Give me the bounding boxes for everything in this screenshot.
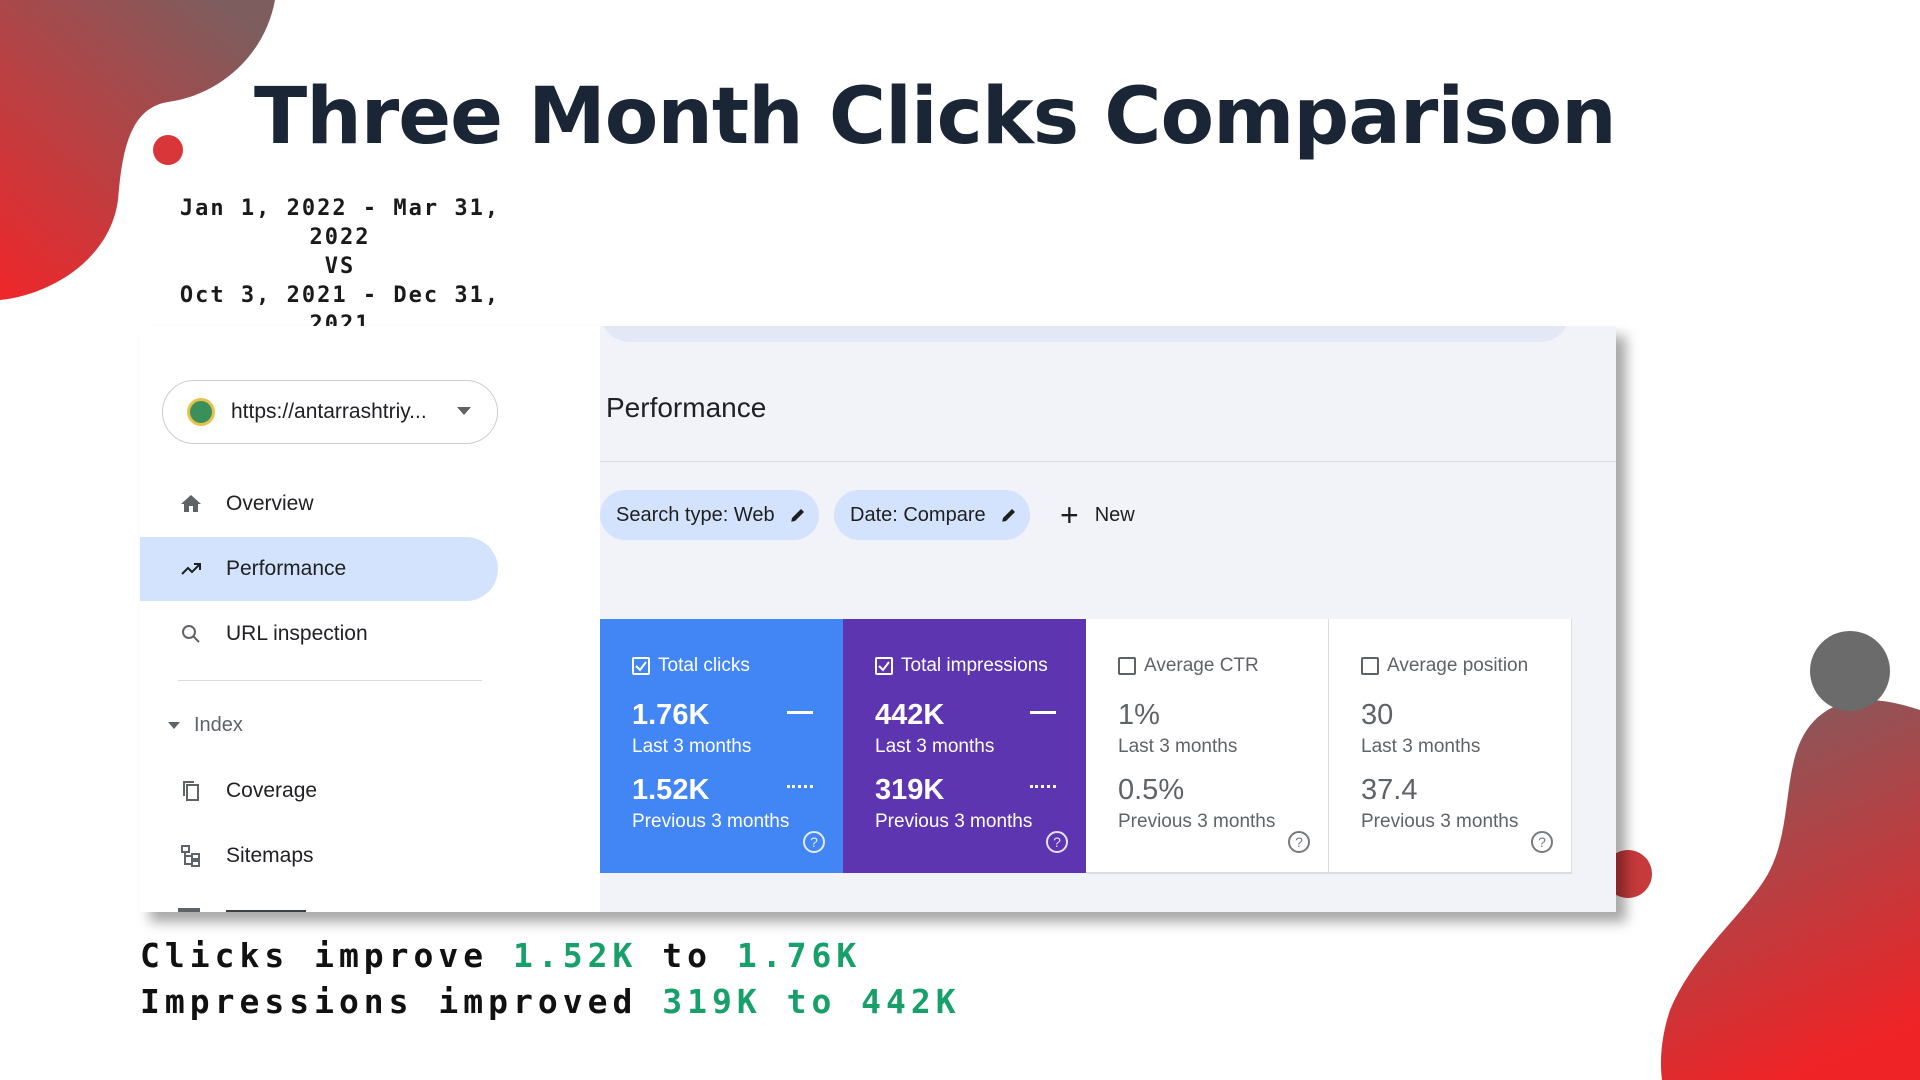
metric-current-label: Last 3 months xyxy=(1118,736,1238,757)
property-url: https://antarrashtriy... xyxy=(231,400,427,423)
dotted-line-legend-icon xyxy=(787,785,813,788)
metric-previous-value: 1.52K xyxy=(632,774,710,806)
metric-card-average-position[interactable]: Average position 30 Last 3 months 37.4 P… xyxy=(1329,619,1572,873)
search-bar-edge[interactable] xyxy=(600,326,1570,342)
plus-icon: + xyxy=(1060,497,1079,533)
metric-previous-value: 319K xyxy=(875,774,945,806)
sidebar-item-coverage[interactable]: Coverage xyxy=(140,759,498,823)
metric-current-label: Last 3 months xyxy=(632,736,752,757)
edit-pencil-icon xyxy=(790,509,804,522)
date-filter-chip[interactable]: Date: Compare xyxy=(834,490,1030,540)
sidebar-item-label: URL inspection xyxy=(226,622,368,645)
impressions-summary: Impressions improved 319K to 442K xyxy=(140,982,961,1021)
clicks-summary: Clicks improve 1.52K to 1.76K xyxy=(140,936,861,975)
edit-pencil-icon xyxy=(1001,509,1015,522)
solid-line-legend-icon xyxy=(787,711,813,714)
metric-previous-label: Previous 3 months xyxy=(1118,811,1276,832)
sidebar-item-label: Sitemaps xyxy=(226,844,314,867)
home-icon xyxy=(178,491,204,517)
search-icon xyxy=(178,621,204,647)
dotted-line-legend-icon xyxy=(1030,785,1056,788)
sidebar-divider xyxy=(178,680,482,681)
current-date-range: Jan 1, 2022 - Mar 31, 2022 xyxy=(179,196,501,250)
search-console-screenshot: https://antarrashtriy... Overview Perfor… xyxy=(140,326,1616,912)
copy-icon xyxy=(178,778,204,804)
decorative-blob-bottom-right xyxy=(1604,631,1920,1080)
metric-previous-value: 37.4 xyxy=(1361,774,1418,806)
sidebar-item-label: Overview xyxy=(226,492,314,515)
solid-line-legend-icon xyxy=(1030,711,1056,714)
metric-name: Total clicks xyxy=(658,655,750,676)
unchecked-checkbox-icon[interactable] xyxy=(1118,657,1136,675)
dropdown-caret-icon xyxy=(457,407,471,415)
site-favicon-icon xyxy=(187,398,215,426)
sidebar-item-overview[interactable]: Overview xyxy=(140,472,498,536)
slide-title: Three Month Clicks Comparison xyxy=(254,72,1617,162)
cards-bottom-border xyxy=(1086,872,1572,874)
clicks-summary-prefix: Clicks improve xyxy=(140,936,489,975)
metric-current-value: 1.76K xyxy=(632,699,710,731)
impressions-summary-prefix: Impressions improved xyxy=(140,982,638,1021)
metric-current-value: 442K xyxy=(875,699,945,731)
cropped-sidebar-item xyxy=(178,900,318,912)
clicks-to-value: 1.76K xyxy=(736,936,862,975)
metric-previous-label: Previous 3 months xyxy=(632,811,790,832)
metric-previous-label: Previous 3 months xyxy=(875,811,1033,832)
chip-label: Date: Compare xyxy=(850,503,986,526)
metric-previous-value: 0.5% xyxy=(1118,774,1185,806)
heading-divider xyxy=(600,461,1616,462)
metric-current-label: Last 3 months xyxy=(1361,736,1481,757)
checked-checkbox-icon[interactable] xyxy=(875,657,893,675)
help-icon[interactable]: ? xyxy=(803,831,825,853)
clicks-to-word: to xyxy=(662,936,712,975)
metric-card-average-ctr[interactable]: Average CTR 1% Last 3 months 0.5% Previo… xyxy=(1086,619,1329,873)
metric-current-value: 30 xyxy=(1361,699,1394,731)
collapse-caret-icon xyxy=(168,722,180,729)
sidebar-item-label: Performance xyxy=(226,557,347,580)
metric-current-value: 1% xyxy=(1118,699,1160,731)
date-comparison: Jan 1, 2022 - Mar 31, 2022 VS Oct 3, 202… xyxy=(150,194,530,339)
page-heading: Performance xyxy=(606,392,767,423)
vs-label: VS xyxy=(324,254,356,279)
metric-previous-label: Previous 3 months xyxy=(1361,811,1519,832)
sidebar-item-url-inspection[interactable]: URL inspection xyxy=(140,602,498,666)
chip-label: Search type: Web xyxy=(616,503,775,526)
metric-card-total-clicks[interactable]: Total clicks 1.76K Last 3 months 1.52K P… xyxy=(600,619,843,873)
search-type-filter-chip[interactable]: Search type: Web xyxy=(600,490,819,540)
help-icon[interactable]: ? xyxy=(1288,831,1310,853)
clicks-from-value: 1.52K xyxy=(513,936,638,975)
impressions-change: 319K to 442K xyxy=(662,982,961,1021)
sidebar: https://antarrashtriy... Overview Perfor… xyxy=(140,326,600,912)
checked-checkbox-icon[interactable] xyxy=(632,657,650,675)
metric-card-total-impressions[interactable]: Total impressions 442K Last 3 months 319… xyxy=(843,619,1086,873)
trending-up-icon xyxy=(178,556,204,582)
sidebar-item-performance[interactable]: Performance xyxy=(140,537,498,601)
help-icon[interactable]: ? xyxy=(1046,831,1068,853)
metric-name: Total impressions xyxy=(901,655,1048,676)
sidebar-item-label: Coverage xyxy=(226,779,318,802)
new-filter-button[interactable]: + New xyxy=(1060,490,1135,540)
metric-name: Average CTR xyxy=(1144,655,1259,676)
metric-name: Average position xyxy=(1387,655,1529,676)
unchecked-checkbox-icon[interactable] xyxy=(1361,657,1379,675)
property-selector[interactable]: https://antarrashtriy... xyxy=(162,380,498,444)
sidebar-section-index[interactable]: Index xyxy=(168,714,243,737)
sidebar-item-sitemaps[interactable]: Sitemaps xyxy=(140,824,498,888)
metric-current-label: Last 3 months xyxy=(875,736,995,757)
new-button-label: New xyxy=(1094,503,1135,526)
help-icon[interactable]: ? xyxy=(1531,831,1553,853)
sitemap-icon xyxy=(178,843,204,869)
section-label: Index xyxy=(194,714,243,736)
